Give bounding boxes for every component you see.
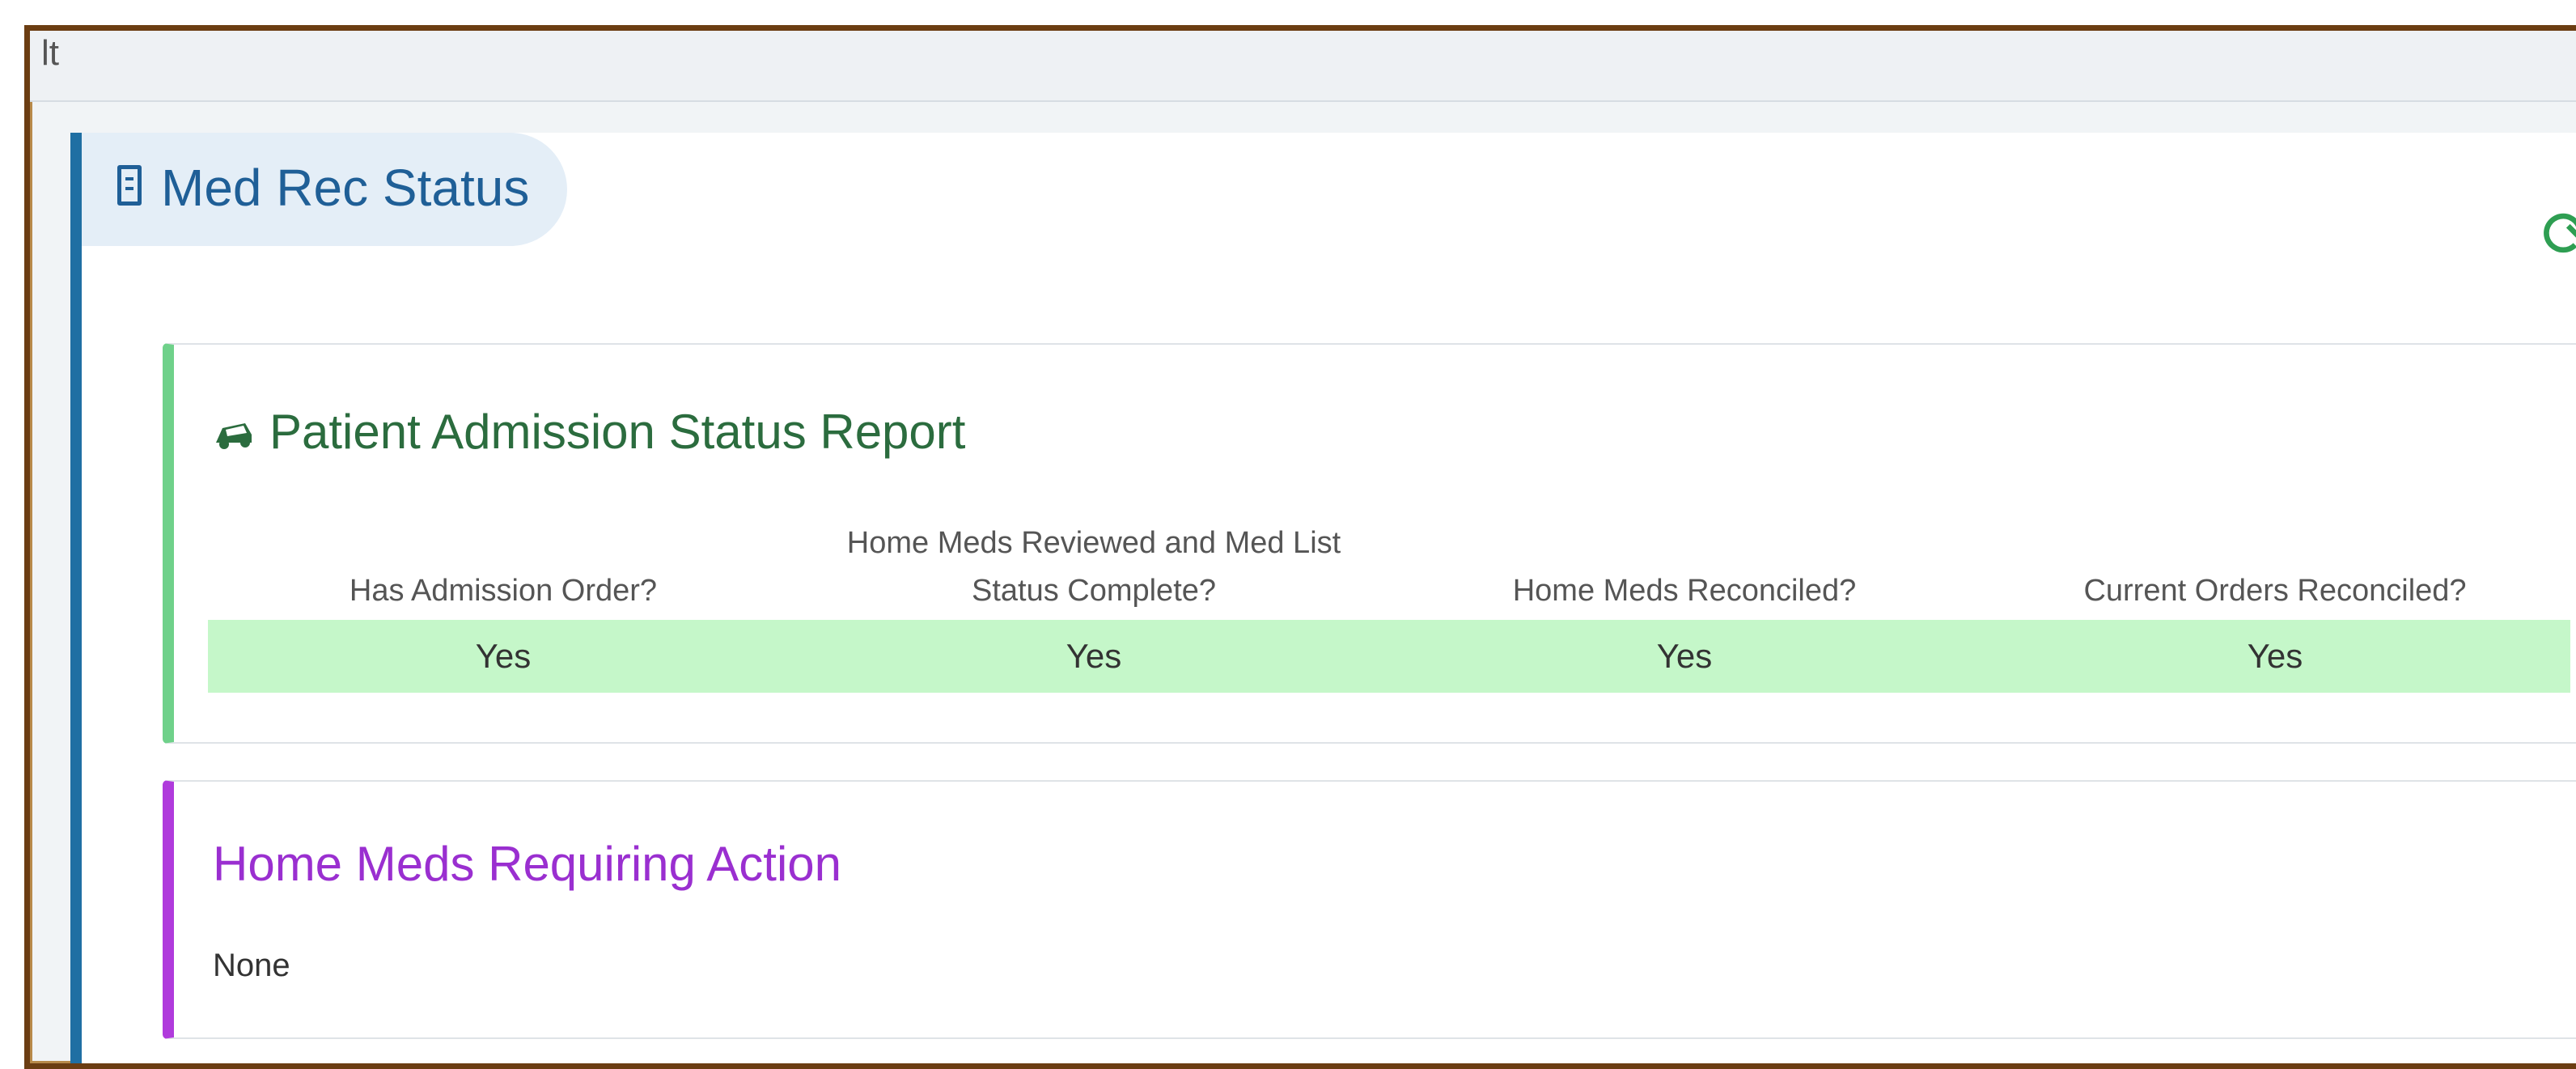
value-has-admission-order: Yes: [475, 637, 532, 675]
home-meds-card: Home Meds Requiring Action None: [163, 780, 2576, 1039]
value-home-meds-reconciled: Yes: [1656, 637, 1713, 675]
panel-title: Med Rec Status: [161, 159, 530, 217]
admission-status-card: Patient Admission Status Report Has Admi…: [163, 343, 2576, 744]
admission-status-table: Has Admission Order? Home Meds Reviewed …: [208, 515, 2570, 693]
car-icon: [213, 416, 255, 460]
panel-header: Med Rec Status: [82, 133, 567, 246]
top-strip-stub-text: lt: [41, 33, 59, 73]
header-has-admission-order: Has Admission Order?: [349, 574, 658, 609]
refresh-icon[interactable]: ⟳: [2541, 202, 2576, 267]
home-meds-content: None: [213, 948, 290, 983]
status-header-row: Has Admission Order? Home Meds Reviewed …: [208, 515, 2570, 620]
top-strip: lt: [30, 31, 2576, 102]
header-current-orders-reconciled: Current Orders Reconciled?: [2083, 574, 2467, 609]
header-home-meds-reviewed: Home Meds Reviewed and Med List Status C…: [799, 520, 1389, 620]
header-home-meds-reviewed-text: Home Meds Reviewed and Med List Status C…: [846, 526, 1341, 609]
value-home-meds-reviewed: Yes: [1066, 637, 1122, 675]
window-frame: lt Med Rec Status ⟳ Patient Admission St…: [24, 25, 2576, 1069]
document-icon: [117, 165, 142, 206]
admission-report-title: Patient Admission Status Report: [269, 405, 966, 459]
med-rec-status-panel: Med Rec Status ⟳ Patient Admission Statu…: [70, 133, 2576, 1063]
value-current-orders-reconciled: Yes: [2247, 637, 2303, 675]
status-value-row: Yes Yes Yes Yes: [208, 620, 2570, 693]
car-icon-svg: [216, 423, 252, 449]
header-home-meds-reconciled: Home Meds Reconciled?: [1512, 574, 1857, 609]
home-meds-title: Home Meds Requiring Action: [213, 837, 842, 891]
